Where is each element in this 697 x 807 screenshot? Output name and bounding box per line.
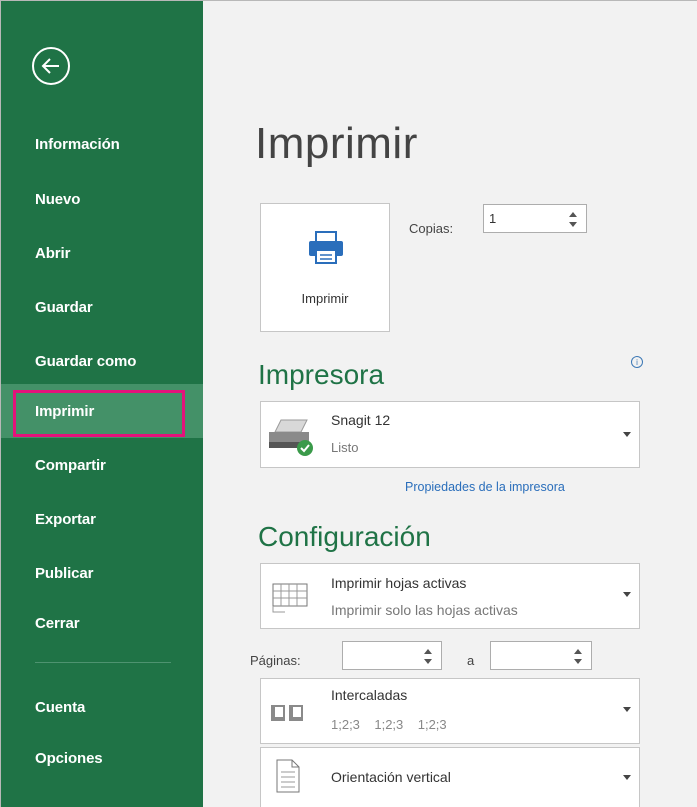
sidebar-item-guardar-como[interactable]: Guardar como [1, 334, 203, 388]
sidebar-item-cerrar[interactable]: Cerrar [1, 596, 203, 650]
chevron-down-icon [623, 707, 631, 712]
orientation-value: Orientación vertical [331, 769, 451, 785]
sidebar-divider [35, 662, 171, 663]
sidebar-item-compartir[interactable]: Compartir [1, 438, 203, 492]
copies-value: 1 [489, 211, 497, 226]
printer-ready-icon [269, 419, 313, 456]
sidebar-item-exportar[interactable]: Exportar [1, 492, 203, 546]
orientation-dropdown[interactable]: Orientación vertical [260, 747, 640, 807]
collation-value: Intercaladas [331, 687, 408, 703]
stepper-down-icon[interactable] [424, 659, 432, 664]
collated-icon [271, 705, 303, 721]
back-button[interactable] [32, 47, 70, 85]
collation-description: 1;2;3 1;2;3 1;2;3 [331, 717, 447, 732]
copies-stepper[interactable]: 1 [483, 204, 587, 233]
sidebar-item-informacion[interactable]: Información [1, 117, 203, 171]
print-button-label: Imprimir [301, 291, 349, 306]
arrow-left-circle-icon [41, 58, 59, 74]
printer-name: Snagit 12 [331, 412, 391, 428]
sidebar-item-opciones[interactable]: Opciones [1, 731, 203, 785]
chevron-down-icon [623, 592, 631, 597]
settings-section-title: Configuración [258, 521, 431, 552]
print-pane: Imprimir Imprimir Copias: 1 Impresora i … [203, 1, 697, 807]
stepper-down-icon[interactable] [574, 659, 582, 664]
pages-from-stepper[interactable] [342, 641, 442, 670]
print-button[interactable]: Imprimir [260, 203, 390, 332]
sheets-grid-icon [272, 583, 308, 613]
print-what-value: Imprimir hojas activas [331, 575, 467, 591]
collation-dropdown[interactable]: Intercaladas 1;2;3 1;2;3 1;2;3 [260, 678, 640, 744]
printer-status: Listo [331, 440, 359, 455]
printer-section-title: Impresora [258, 359, 385, 390]
print-what-description: Imprimir solo las hojas activas [331, 602, 518, 618]
printer-dropdown[interactable]: Snagit 12 Listo [260, 401, 640, 468]
sidebar-item-guardar[interactable]: Guardar [1, 280, 203, 334]
printer-properties-link[interactable]: Propiedades de la impresora [405, 480, 565, 494]
printer-icon [309, 231, 343, 264]
sidebar-item-cuenta[interactable]: Cuenta [1, 680, 203, 734]
pages-to-stepper[interactable] [490, 641, 592, 670]
chevron-down-icon [623, 432, 631, 437]
stepper-up-icon[interactable] [569, 212, 577, 217]
backstage-sidebar: Información Nuevo Abrir Guardar Guardar … [1, 1, 203, 807]
stepper-up-icon[interactable] [424, 649, 432, 654]
pages-to-label: a [467, 653, 475, 668]
print-what-dropdown[interactable]: Imprimir hojas activas Imprimir solo las… [260, 563, 640, 629]
sidebar-item-abrir[interactable]: Abrir [1, 226, 203, 280]
copies-label: Copias: [409, 221, 454, 236]
page-title: Imprimir [255, 119, 418, 168]
portrait-page-icon [276, 759, 300, 793]
sidebar-item-nuevo[interactable]: Nuevo [1, 172, 203, 226]
sidebar-item-publicar[interactable]: Publicar [1, 546, 203, 600]
stepper-up-icon[interactable] [574, 649, 582, 654]
stepper-down-icon[interactable] [569, 222, 577, 227]
chevron-down-icon [623, 775, 631, 780]
info-icon[interactable]: i [631, 356, 643, 368]
pages-label: Páginas: [250, 653, 301, 668]
active-item-highlight [13, 390, 185, 437]
